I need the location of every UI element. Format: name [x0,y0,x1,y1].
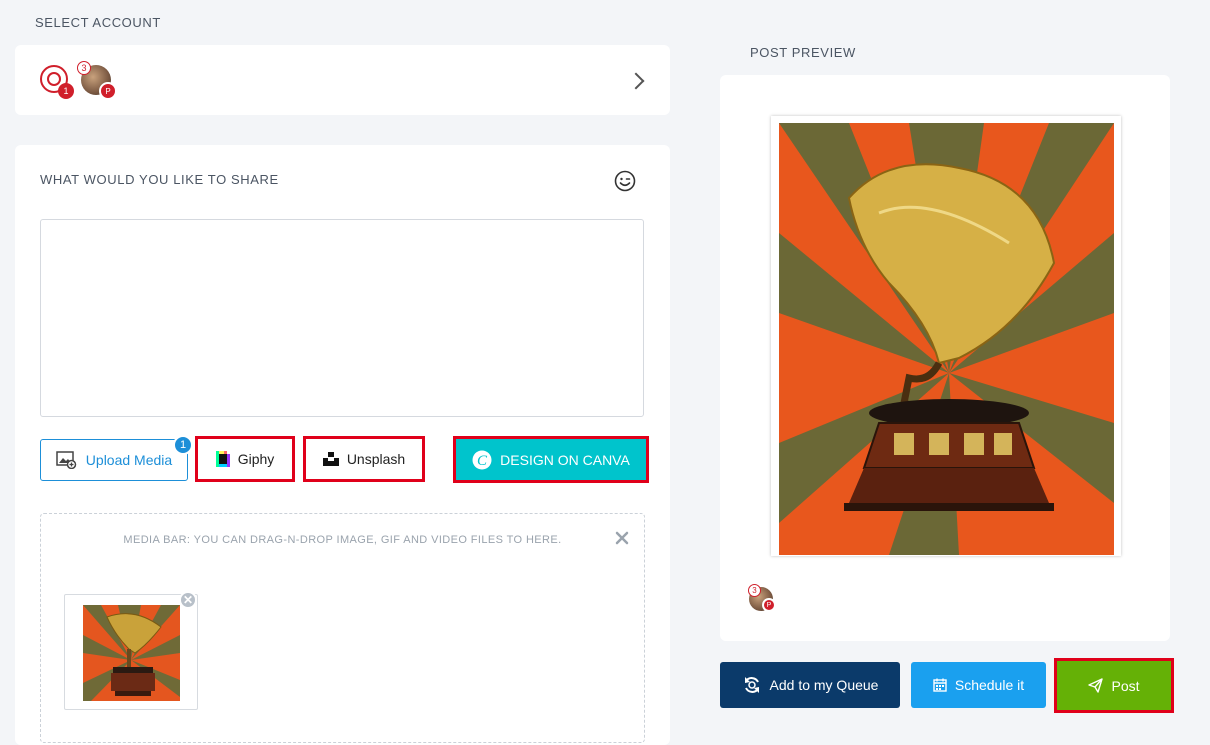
add-to-queue-button[interactable]: Add to my Queue [720,662,900,708]
unsplash-button[interactable]: Unsplash [303,436,425,482]
schedule-button[interactable]: Schedule it [911,662,1046,708]
gramophone-preview-image [779,123,1114,555]
paper-plane-icon [1088,678,1104,693]
canva-logo-icon: C [472,450,492,469]
upload-media-label: Upload Media [85,452,173,468]
gramophone-thumbnail-image [83,605,180,701]
post-label: Post [1111,677,1140,694]
close-media-bar-icon[interactable] [615,531,629,545]
emoji-icon[interactable] [613,169,637,193]
calendar-icon [933,678,947,692]
pinterest-count-badge: 1 [58,83,74,99]
schedule-label: Schedule it [954,677,1025,693]
upload-count-badge: 1 [173,435,193,455]
giphy-label: Giphy [237,451,275,467]
svg-text:C: C [477,453,488,469]
account-selector[interactable] [15,45,670,115]
share-label: WHAT WOULD YOU LIKE TO SHARE [40,172,279,187]
queue-refresh-icon [744,677,759,693]
design-on-canva-button[interactable]: C DESIGN ON CANVA [453,436,649,483]
post-text-input[interactable] [40,219,644,417]
canva-label: DESIGN ON CANVA [500,451,630,468]
post-preview-label: POST PREVIEW [750,45,856,60]
post-button[interactable]: Post [1054,658,1174,713]
remove-media-button[interactable]: ✕ [179,591,197,609]
queue-label: Add to my Queue [769,677,879,693]
preview-profile-count: 3 [748,584,761,597]
upload-media-button[interactable]: Upload Media [40,439,188,481]
image-upload-icon [56,451,77,469]
unsplash-label: Unsplash [346,451,406,467]
profile-count-badge: 3 [77,61,91,75]
preview-pinterest-icon: P [762,598,776,612]
pinterest-logo-icon [47,72,61,86]
unsplash-icon [322,452,339,466]
media-thumbnail[interactable] [64,594,198,710]
pinterest-mini-icon: P [99,82,117,100]
giphy-icon [215,451,230,467]
media-bar-hint: MEDIA BAR: YOU CAN DRAG-N-DROP IMAGE, GI… [123,534,562,546]
giphy-button[interactable]: Giphy [195,436,295,482]
select-account-label: SELECT ACCOUNT [35,15,161,30]
preview-image-frame [771,116,1121,556]
